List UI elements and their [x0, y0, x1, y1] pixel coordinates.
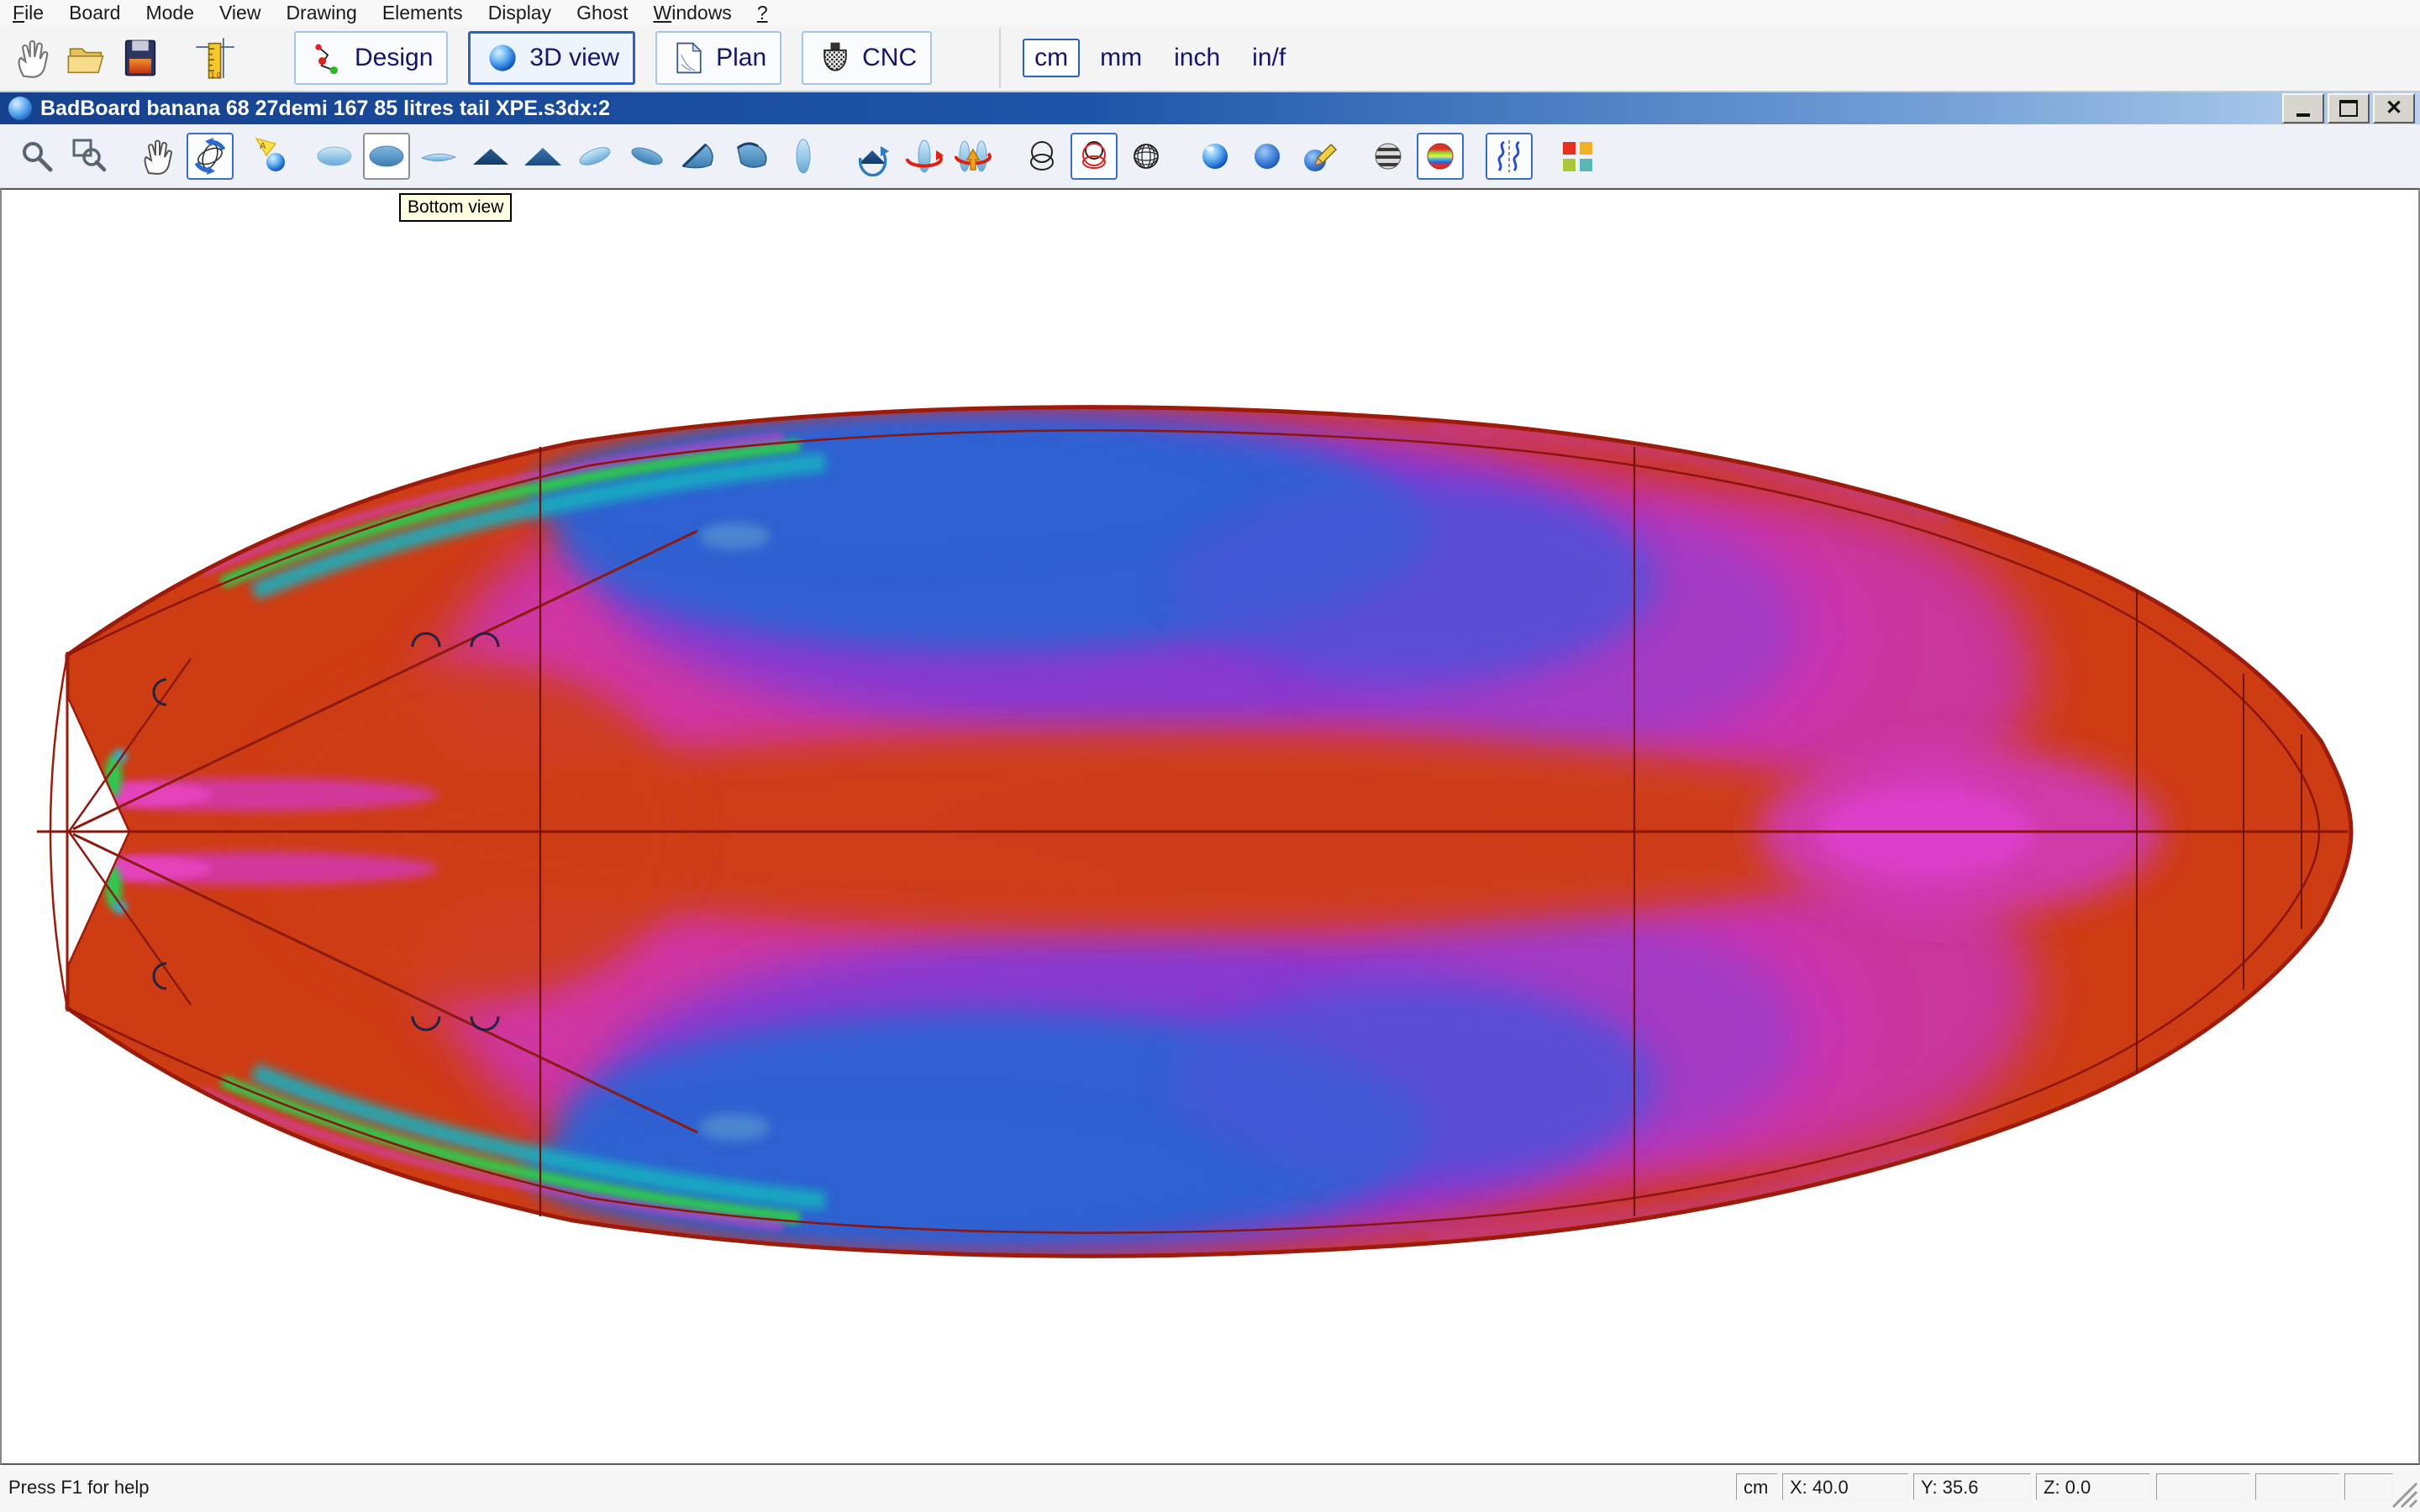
outline-view-icon[interactable] [780, 133, 827, 180]
svg-text:1 0: 1 0 [211, 71, 221, 79]
back-view-icon[interactable] [519, 133, 566, 180]
design-icon [309, 39, 346, 76]
color-squares-icon[interactable] [1555, 133, 1602, 180]
flow-lines-icon[interactable] [1486, 133, 1533, 180]
plan-button-label: Plan [716, 44, 766, 72]
menu-drawing[interactable]: Drawing [273, 0, 369, 25]
menu-file[interactable]: File [0, 0, 56, 25]
board-bottom-view-rendering [2, 190, 2418, 1463]
minimize-icon [2296, 113, 2310, 117]
menu-bar: File Board Mode View Drawing Elements Di… [0, 0, 2420, 25]
quarter-back-view-icon[interactable] [728, 133, 775, 180]
rotate-front-view-icon[interactable] [849, 133, 896, 180]
status-panel-empty-2 [2255, 1473, 2339, 1500]
menu-display[interactable]: Display [476, 0, 564, 25]
light-icon[interactable]: A [249, 133, 296, 180]
plan-button[interactable]: Plan [655, 31, 781, 85]
sphere-icon [484, 39, 521, 76]
hand-tool-icon[interactable] [8, 34, 57, 82]
shaded-view-icon[interactable] [1192, 133, 1239, 180]
zoom-icon[interactable] [13, 133, 60, 180]
design-button[interactable]: Design [294, 31, 448, 85]
wireframe-red-view-icon[interactable] [1071, 133, 1118, 180]
status-unit: cm [1736, 1473, 1778, 1500]
bottom-view-icon[interactable] [363, 133, 410, 180]
plan-icon [671, 39, 708, 76]
svg-text:A: A [260, 141, 266, 151]
mesh-view-icon[interactable] [1123, 133, 1170, 180]
status-y-coordinate: Y: 35.6 [1913, 1473, 2031, 1500]
design-canvas[interactable] [0, 188, 2420, 1465]
colormap-view-icon[interactable] [1417, 133, 1464, 180]
3d-view-button[interactable]: 3D view [468, 31, 635, 85]
cnc-button-label: CNC [862, 44, 917, 72]
document-icon [8, 97, 32, 120]
maximize-button[interactable] [2328, 93, 2370, 123]
resize-grip[interactable] [2386, 1477, 2418, 1509]
unit-selector: cm mm inch in/f [999, 28, 1306, 88]
cnc-icon [817, 39, 854, 76]
unit-inch[interactable]: inch [1162, 40, 1232, 76]
maximize-icon [2339, 100, 2358, 117]
unit-mm[interactable]: mm [1088, 40, 1154, 76]
spin-view-icon[interactable] [901, 133, 948, 180]
perspective-bottom-view-icon[interactable] [623, 133, 671, 180]
menu-windows[interactable]: Windows [640, 0, 744, 25]
painted-view-icon[interactable] [1296, 133, 1343, 180]
status-help-text: Press F1 for help [8, 1477, 150, 1499]
cnc-button[interactable]: CNC [802, 31, 932, 85]
perspective-top-view-icon[interactable] [571, 133, 618, 180]
view-toolbar: A [0, 124, 2420, 188]
3d-view-button-label: 3D view [529, 44, 619, 72]
menu-ghost[interactable]: Ghost [564, 0, 640, 25]
menu-board[interactable]: Board [56, 0, 133, 25]
quarter-front-view-icon[interactable] [676, 133, 723, 180]
rotate-view-icon[interactable] [187, 133, 234, 180]
tooltip: Bottom view [399, 193, 512, 222]
design-button-label: Design [355, 44, 433, 72]
top-view-icon[interactable] [311, 133, 358, 180]
striped-view-icon[interactable] [1365, 133, 1412, 180]
menu-mode[interactable]: Mode [133, 0, 207, 25]
status-z-coordinate: Z: 0.0 [2036, 1473, 2150, 1500]
close-icon: ✕ [2386, 98, 2402, 118]
unit-inf[interactable]: in/f [1240, 40, 1297, 76]
status-panel-empty-1 [2156, 1473, 2250, 1500]
save-icon[interactable] [116, 34, 165, 82]
solid-view-icon[interactable] [1244, 133, 1291, 180]
main-toolbar: 1 0 Design 3D view Plan CNC [0, 25, 2420, 92]
document-title: BadBoard banana 68 27demi 167 85 litres … [40, 97, 610, 121]
menu-help[interactable]: ? [744, 0, 781, 25]
menu-view[interactable]: View [207, 0, 273, 25]
wireframe-view-icon[interactable] [1018, 133, 1065, 180]
zoom-window-icon[interactable] [66, 133, 113, 180]
side-view-icon[interactable] [415, 133, 462, 180]
status-bar: Press F1 for help cm X: 40.0 Y: 35.6 Z: … [0, 1465, 2420, 1512]
minimize-button[interactable] [2282, 93, 2324, 123]
close-button[interactable]: ✕ [2373, 93, 2415, 123]
document-titlebar[interactable]: BadBoard banana 68 27demi 167 85 litres … [0, 92, 2420, 124]
open-folder-icon[interactable] [62, 34, 111, 82]
pan-hand-icon[interactable] [134, 133, 182, 180]
application-window: File Board Mode View Drawing Elements Di… [0, 0, 2420, 1512]
front-view-icon[interactable] [467, 133, 514, 180]
ruler-icon[interactable]: 1 0 [190, 34, 239, 82]
menu-elements[interactable]: Elements [370, 0, 476, 25]
unit-cm[interactable]: cm [1023, 39, 1080, 77]
status-x-coordinate: X: 40.0 [1782, 1473, 1908, 1500]
spin-up-view-icon[interactable] [950, 133, 997, 180]
